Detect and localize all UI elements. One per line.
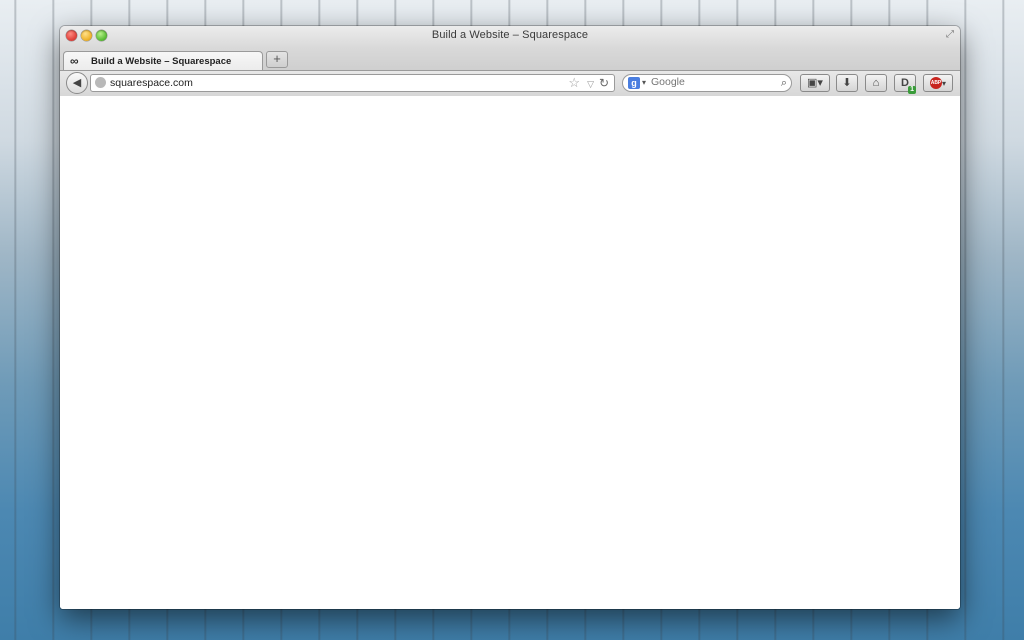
back-button[interactable]: ◀	[66, 72, 88, 94]
url-bar[interactable]: squarespace.com ☆ ▽ ↻	[90, 74, 615, 92]
title-bar: Build a Website – Squarespace ⤢ ∞ Build …	[60, 26, 960, 70]
bookmarks-menu-icon: ▣▾	[807, 77, 823, 89]
google-icon[interactable]: g	[628, 77, 640, 89]
reload-icon[interactable]: ↻	[599, 75, 609, 91]
page-content-area[interactable]	[60, 96, 960, 609]
squarespace-logo-icon: ∞	[70, 53, 79, 68]
tab-strip: ∞ Build a Website – Squarespace +	[60, 48, 960, 70]
chevron-down-icon[interactable]: ▾	[642, 76, 646, 90]
search-bar[interactable]: g ▾ ⌕	[622, 74, 792, 92]
search-input[interactable]	[651, 76, 771, 88]
tab-squarespace[interactable]: ∞ Build a Website – Squarespace	[63, 51, 263, 70]
browser-window: Build a Website – Squarespace ⤢ ∞ Build …	[60, 26, 960, 609]
notification-badge: 1	[908, 86, 916, 94]
bookmark-star-icon[interactable]: ☆	[568, 75, 580, 91]
url-text[interactable]: squarespace.com	[110, 77, 193, 89]
bookmarks-menu-button[interactable]: ▣▾	[800, 74, 830, 92]
fullscreen-icon[interactable]: ⤢	[944, 29, 956, 41]
tab-label: Build a Website – Squarespace	[91, 55, 232, 67]
download-arrow-icon: ⬇	[842, 77, 852, 89]
site-identity-globe-icon[interactable]	[95, 77, 106, 88]
dashlane-button[interactable]: D 1	[894, 74, 916, 94]
adblock-plus-button[interactable]: ABP▾	[923, 74, 953, 92]
downloads-button[interactable]: ⬇	[836, 74, 858, 92]
magnifier-icon[interactable]: ⌕	[781, 75, 787, 91]
home-button[interactable]: ⌂	[865, 74, 887, 92]
window-title: Build a Website – Squarespace	[431, 29, 589, 41]
history-dropdown-icon[interactable]: ▽	[587, 76, 594, 92]
adblock-plus-icon: ABP	[929, 77, 942, 90]
back-arrow-icon: ◀	[72, 77, 82, 89]
chevron-down-icon: ▾	[941, 79, 946, 88]
new-tab-button[interactable]: +	[266, 51, 288, 68]
home-icon: ⌂	[872, 77, 880, 89]
navigation-toolbar: ◀ squarespace.com ☆ ▽ ↻ g ▾ ⌕ ▣▾ ⬇ ⌂ D 1	[60, 70, 960, 98]
